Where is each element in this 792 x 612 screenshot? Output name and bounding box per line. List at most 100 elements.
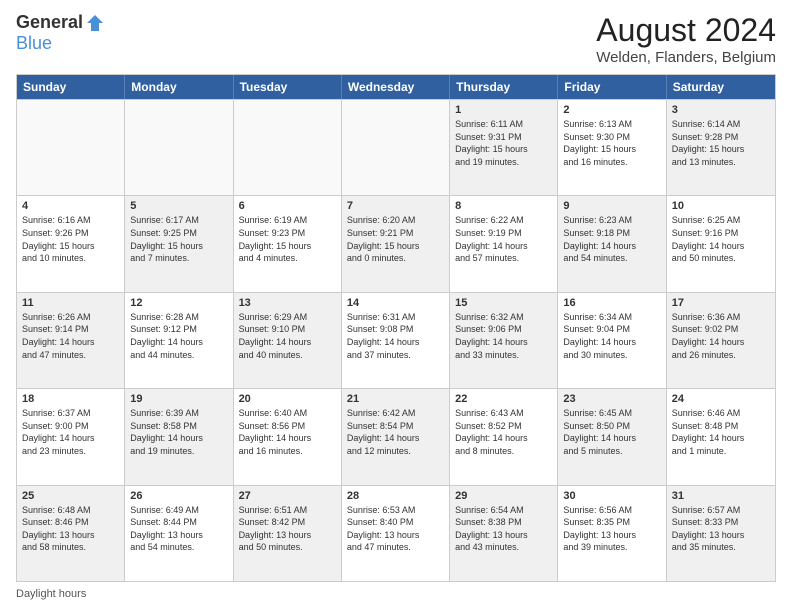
day-info: Sunrise: 6:39 AM Sunset: 8:58 PM Dayligh… [130,407,227,457]
calendar: SundayMondayTuesdayWednesdayThursdayFrid… [16,74,776,582]
day-info: Sunrise: 6:22 AM Sunset: 9:19 PM Dayligh… [455,214,552,264]
day-number: 27 [239,490,336,502]
day-info: Sunrise: 6:57 AM Sunset: 8:33 PM Dayligh… [672,504,770,554]
day-info: Sunrise: 6:32 AM Sunset: 9:06 PM Dayligh… [455,311,552,361]
day-number: 24 [672,393,770,405]
day-number: 5 [130,200,227,212]
day-info: Sunrise: 6:42 AM Sunset: 8:54 PM Dayligh… [347,407,444,457]
day-info: Sunrise: 6:34 AM Sunset: 9:04 PM Dayligh… [563,311,660,361]
day-info: Sunrise: 6:45 AM Sunset: 8:50 PM Dayligh… [563,407,660,457]
day-number: 29 [455,490,552,502]
day-info: Sunrise: 6:17 AM Sunset: 9:25 PM Dayligh… [130,214,227,264]
calendar-cell [17,100,125,195]
calendar-row: 25 Sunrise: 6:48 AM Sunset: 8:46 PM Dayli… [17,485,775,581]
calendar-cell: 5 Sunrise: 6:17 AM Sunset: 9:25 PM Daylig… [125,196,233,291]
day-number: 25 [22,490,119,502]
calendar-cell: 7Sunrise: 6:20 AM Sunset: 9:21 PM Daylig… [342,196,450,291]
day-info: Sunrise: 6:23 AM Sunset: 9:18 PM Dayligh… [563,214,660,264]
logo-blue-text: Blue [16,33,52,54]
day-number: 13 [239,297,336,309]
day-info: Sunrise: 6:36 AM Sunset: 9:02 PM Dayligh… [672,311,770,361]
day-info: Sunrise: 6:37 AM Sunset: 9:00 PM Dayligh… [22,407,119,457]
calendar-header-cell: Wednesday [342,75,450,99]
day-number: 10 [672,200,770,212]
day-info: Sunrise: 6:49 AM Sunset: 8:44 PM Dayligh… [130,504,227,554]
calendar-header-cell: Friday [558,75,666,99]
day-info: Sunrise: 6:11 AM Sunset: 9:31 PM Dayligh… [455,118,552,168]
day-info: Sunrise: 6:19 AM Sunset: 9:23 PM Dayligh… [239,214,336,264]
day-number: 7 [347,200,444,212]
calendar-cell: 11Sunrise: 6:26 AM Sunset: 9:14 PM Dayli… [17,293,125,388]
day-number: 12 [130,297,227,309]
calendar-body: 1 Sunrise: 6:11 AM Sunset: 9:31 PM Daylig… [17,99,775,581]
day-number: 26 [130,490,227,502]
day-number: 31 [672,490,770,502]
calendar-cell: 25 Sunrise: 6:48 AM Sunset: 8:46 PM Dayli… [17,486,125,581]
day-number: 20 [239,393,336,405]
calendar-cell: 13 Sunrise: 6:29 AM Sunset: 9:10 PM Dayli… [234,293,342,388]
calendar-cell: 1 Sunrise: 6:11 AM Sunset: 9:31 PM Daylig… [450,100,558,195]
calendar-cell: 27 Sunrise: 6:51 AM Sunset: 8:42 PM Dayli… [234,486,342,581]
day-number: 16 [563,297,660,309]
day-number: 23 [563,393,660,405]
calendar-cell: 31 Sunrise: 6:57 AM Sunset: 8:33 PM Dayli… [667,486,775,581]
calendar-cell: 2 Sunrise: 6:13 AM Sunset: 9:30 PM Daylig… [558,100,666,195]
day-info: Sunrise: 6:31 AM Sunset: 9:08 PM Dayligh… [347,311,444,361]
day-number: 21 [347,393,444,405]
day-number: 14 [347,297,444,309]
calendar-cell: 16 Sunrise: 6:34 AM Sunset: 9:04 PM Dayli… [558,293,666,388]
calendar-header: SundayMondayTuesdayWednesdayThursdayFrid… [17,75,775,99]
day-number: 6 [239,200,336,212]
calendar-cell: 6 Sunrise: 6:19 AM Sunset: 9:23 PM Daylig… [234,196,342,291]
title-block: August 2024 Welden, Flanders, Belgium [596,12,776,66]
day-number: 18 [22,393,119,405]
logo-icon [85,13,105,33]
day-number: 15 [455,297,552,309]
calendar-cell: 29 Sunrise: 6:54 AM Sunset: 8:38 PM Dayli… [450,486,558,581]
day-number: 3 [672,104,770,116]
calendar-header-cell: Thursday [450,75,558,99]
day-number: 1 [455,104,552,116]
calendar-cell: 14 Sunrise: 6:31 AM Sunset: 9:08 PM Dayli… [342,293,450,388]
day-number: 22 [455,393,552,405]
calendar-cell: 20 Sunrise: 6:40 AM Sunset: 8:56 PM Dayli… [234,389,342,484]
calendar-cell: 21 Sunrise: 6:42 AM Sunset: 8:54 PM Dayli… [342,389,450,484]
main-title: August 2024 [596,12,776,49]
day-number: 30 [563,490,660,502]
calendar-cell: 4 Sunrise: 6:16 AM Sunset: 9:26 PM Daylig… [17,196,125,291]
day-info: Sunrise: 6:16 AM Sunset: 9:26 PM Dayligh… [22,214,119,264]
calendar-cell: 24 Sunrise: 6:46 AM Sunset: 8:48 PM Dayli… [667,389,775,484]
day-number: 9 [563,200,660,212]
day-info: Sunrise: 6:46 AM Sunset: 8:48 PM Dayligh… [672,407,770,457]
day-info: Sunrise: 6:26 AM Sunset: 9:14 PM Dayligh… [22,311,119,361]
calendar-header-cell: Sunday [17,75,125,99]
day-info: Sunrise: 6:40 AM Sunset: 8:56 PM Dayligh… [239,407,336,457]
calendar-row: 1 Sunrise: 6:11 AM Sunset: 9:31 PM Daylig… [17,99,775,195]
day-info: Sunrise: 6:29 AM Sunset: 9:10 PM Dayligh… [239,311,336,361]
calendar-cell: 30 Sunrise: 6:56 AM Sunset: 8:35 PM Dayli… [558,486,666,581]
day-info: Sunrise: 6:54 AM Sunset: 8:38 PM Dayligh… [455,504,552,554]
calendar-cell: 26 Sunrise: 6:49 AM Sunset: 8:44 PM Dayli… [125,486,233,581]
day-info: Sunrise: 6:53 AM Sunset: 8:40 PM Dayligh… [347,504,444,554]
logo: General Blue [16,12,105,54]
day-number: 2 [563,104,660,116]
footer: Daylight hours [16,588,776,600]
day-info: Sunrise: 6:13 AM Sunset: 9:30 PM Dayligh… [563,118,660,168]
calendar-cell: 28Sunrise: 6:53 AM Sunset: 8:40 PM Dayli… [342,486,450,581]
day-number: 8 [455,200,552,212]
calendar-cell: 9 Sunrise: 6:23 AM Sunset: 9:18 PM Daylig… [558,196,666,291]
day-number: 19 [130,393,227,405]
calendar-cell [342,100,450,195]
day-info: Sunrise: 6:14 AM Sunset: 9:28 PM Dayligh… [672,118,770,168]
day-info: Sunrise: 6:51 AM Sunset: 8:42 PM Dayligh… [239,504,336,554]
calendar-row: 11Sunrise: 6:26 AM Sunset: 9:14 PM Dayli… [17,292,775,388]
calendar-cell: 19 Sunrise: 6:39 AM Sunset: 8:58 PM Dayli… [125,389,233,484]
page: General Blue August 2024 Welden, Flander… [0,0,792,612]
day-info: Sunrise: 6:28 AM Sunset: 9:12 PM Dayligh… [130,311,227,361]
calendar-header-cell: Saturday [667,75,775,99]
day-info: Sunrise: 6:48 AM Sunset: 8:46 PM Dayligh… [22,504,119,554]
calendar-cell: 12 Sunrise: 6:28 AM Sunset: 9:12 PM Dayli… [125,293,233,388]
day-number: 4 [22,200,119,212]
day-info: Sunrise: 6:56 AM Sunset: 8:35 PM Dayligh… [563,504,660,554]
calendar-cell: 17Sunrise: 6:36 AM Sunset: 9:02 PM Dayli… [667,293,775,388]
